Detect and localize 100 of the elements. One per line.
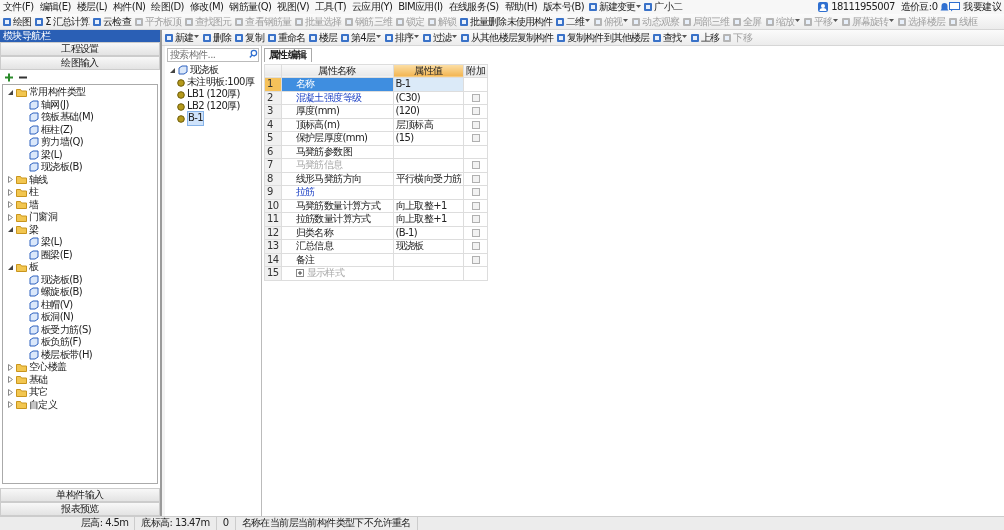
tree-item[interactable]: 筏板基础(M) <box>41 111 94 124</box>
folder-icon <box>16 362 27 372</box>
section-button[interactable]: 绘图输入 <box>0 56 160 70</box>
checkbox[interactable] <box>471 107 480 115</box>
checkbox[interactable] <box>471 93 480 102</box>
menu-item[interactable]: 在线服务(S) <box>445 0 502 14</box>
column-header: 属性值 <box>393 64 464 78</box>
tree-item[interactable]: 梁(L) <box>41 148 62 161</box>
property-name[interactable]: 备注 <box>281 253 394 267</box>
property-value[interactable]: 向上取整+1 <box>393 199 464 213</box>
menu-item[interactable]: 文件(F) <box>0 0 37 14</box>
bell-icon <box>940 2 950 12</box>
square-icon <box>652 32 662 43</box>
property-name[interactable]: 拉筋数量计算方式 <box>281 212 394 226</box>
checkbox[interactable] <box>471 174 480 183</box>
component-item[interactable]: 未注明板:100厚 <box>187 76 255 89</box>
menu-item[interactable]: 修改(M) <box>186 0 227 14</box>
menu-item[interactable]: 构件(N) <box>110 0 149 14</box>
property-value[interactable]: (B-1) <box>393 226 464 240</box>
property-value[interactable]: (C30) <box>393 91 464 105</box>
toolbar-button[interactable]: 过滤 <box>421 32 459 43</box>
component-item[interactable]: LB1 (120厚) <box>187 88 240 101</box>
toolbar-button[interactable]: 重命名 <box>265 32 306 43</box>
tree-item[interactable]: 板负筋(F) <box>41 336 81 349</box>
collapse-arrow-icon <box>169 66 176 74</box>
section-button[interactable]: 工程设置 <box>0 42 160 56</box>
search-field[interactable]: 搜索构件... <box>167 48 259 62</box>
tree-item[interactable]: 螺旋板(B) <box>41 286 83 299</box>
property-name[interactable]: 马凳筋数量计算方式 <box>281 199 394 213</box>
property-value[interactable]: 向上取整+1 <box>393 212 464 226</box>
toolbar-button[interactable]: 删除 <box>201 32 233 43</box>
tree-item[interactable]: 现浇板(B) <box>41 273 83 286</box>
property-tab[interactable]: 属性编辑 <box>264 48 312 62</box>
tree-item[interactable]: 剪力墙(Q) <box>41 136 84 149</box>
toolbar-button[interactable]: 从其他楼层复制构件 <box>459 32 555 43</box>
checkbox[interactable] <box>471 120 480 129</box>
toolbar-button[interactable]: 二维 <box>554 16 592 27</box>
checkbox[interactable] <box>471 242 480 250</box>
tree-item[interactable]: 圈梁(E) <box>41 248 73 261</box>
feedback-link[interactable]: 我要建议 <box>960 0 1004 14</box>
section-button[interactable]: 报表预览 <box>0 502 160 516</box>
checkbox[interactable] <box>471 188 480 196</box>
property-value[interactable]: 平行横向受力筋 <box>393 172 464 186</box>
menu-item[interactable]: 工具(T) <box>312 0 349 14</box>
property-name[interactable]: 拉筋 <box>281 185 394 199</box>
tree-item[interactable]: 柱帽(V) <box>41 298 73 311</box>
menu-item[interactable]: 帮助(H) <box>501 0 540 14</box>
property-value[interactable]: (120) <box>393 104 464 118</box>
toolbar-button[interactable]: 新建 <box>163 32 201 43</box>
toolbar-button[interactable]: 查找 <box>651 32 689 43</box>
status-text: 名称在当前层当前构件类型下不允许重名 <box>235 517 418 530</box>
property-name[interactable]: 顶标高(m) <box>281 118 394 132</box>
menu-button[interactable]: 新建变更 <box>587 2 643 12</box>
toolbar-button[interactable]: 排序 <box>382 32 420 43</box>
toolbar-button[interactable]: Σ 汇总计算 <box>33 16 91 27</box>
menu-item[interactable]: 云应用(Y) <box>348 0 396 14</box>
menu-item[interactable]: 绘图(D) <box>148 0 187 14</box>
tree-item[interactable]: 梁(L) <box>41 236 62 249</box>
menu-item[interactable]: BIM应用(I) <box>395 0 446 14</box>
property-value[interactable]: (15) <box>393 131 464 145</box>
square-icon <box>722 32 733 43</box>
toolbar-button[interactable]: 绘图 <box>1 16 33 27</box>
property-name[interactable]: 归类名称 <box>281 226 394 240</box>
account-link[interactable]: 18111955007 <box>828 0 898 14</box>
property-name[interactable]: 保护层厚度(mm) <box>281 131 394 145</box>
checkbox[interactable] <box>471 215 480 223</box>
tree-item[interactable]: 板洞(N) <box>41 311 74 324</box>
menu-item[interactable]: 视图(V) <box>274 0 313 14</box>
menu-item[interactable]: 编辑(E) <box>36 0 74 14</box>
checkbox[interactable] <box>471 134 480 142</box>
tree-item[interactable]: 现浇板(B) <box>41 161 83 174</box>
checkbox[interactable] <box>471 201 480 210</box>
menu-item[interactable]: 版本号(B) <box>539 0 588 14</box>
square-icon <box>897 16 908 27</box>
property-name[interactable]: 混凝土强度等级 <box>281 91 394 105</box>
menu-item[interactable]: 钢筋量(Q) <box>226 0 275 14</box>
tree-item[interactable]: 板受力筋(S) <box>41 323 91 336</box>
checkbox[interactable] <box>471 255 480 264</box>
toolbar-button[interactable]: 楼层 <box>306 32 339 43</box>
toolbar-button[interactable]: 云检查 <box>91 16 132 27</box>
component-item[interactable]: LB2 (120厚) <box>187 100 240 113</box>
property-value[interactable]: 层顶标高 <box>393 118 464 132</box>
toolbar-button[interactable]: 批量删除未使用构件 <box>458 16 554 27</box>
tree-item[interactable]: 框柱(Z) <box>41 123 73 136</box>
menu-button[interactable]: 广小二 <box>642 2 683 12</box>
toolbar-button[interactable]: 复制 <box>233 32 265 43</box>
toolbar-button[interactable]: 上移 <box>689 32 721 43</box>
property-name[interactable]: 汇总信息 <box>281 239 394 253</box>
property-value[interactable]: 现浇板 <box>393 239 464 253</box>
section-button[interactable]: 单构件输入 <box>0 488 160 502</box>
property-name[interactable]: 马凳筋参数图 <box>281 145 394 159</box>
property-name[interactable]: 线形马凳筋方向 <box>281 172 394 186</box>
menu-item[interactable]: 楼层(L) <box>73 0 111 14</box>
tree-item[interactable]: 轴网(J) <box>41 98 69 111</box>
toolbar-button[interactable]: 第4层 <box>339 32 382 43</box>
component-item[interactable]: B-1 <box>187 111 205 126</box>
checkbox[interactable] <box>471 228 480 237</box>
tree-item[interactable]: 楼层板带(H) <box>41 348 93 361</box>
toolbar-button[interactable]: 复制构件到其他楼层 <box>555 32 650 43</box>
property-name[interactable]: 厚度(mm) <box>281 104 394 118</box>
